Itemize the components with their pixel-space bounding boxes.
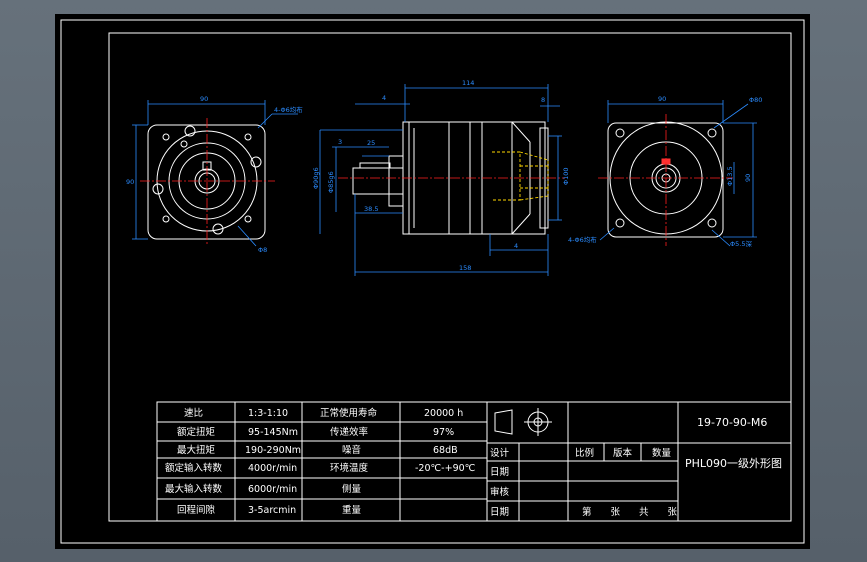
dim-dia-b: Φ85g6 <box>327 171 335 193</box>
right-dia-top-label: Φ80 <box>749 96 762 104</box>
spec-value-rated-speed: 4000r/min <box>248 463 297 474</box>
left-holes-label: 4-Φ6均布 <box>274 105 303 114</box>
left-dia-label: Φ8 <box>258 246 267 254</box>
spec-label-rated-torque: 额定扭矩 <box>177 426 216 438</box>
dim-25: 25 <box>367 139 375 147</box>
spec-value-noise: 68dB <box>433 445 458 456</box>
label-date-2: 日期 <box>490 507 509 518</box>
dim-dia-c: Φ100 <box>562 167 570 185</box>
spec-label-max-torque: 最大扭矩 <box>177 444 216 456</box>
right-holes-label: 4-Φ6均布 <box>568 235 597 244</box>
spec-label-backlash: 回程间隙 <box>177 504 216 516</box>
dim-4-bottom: 4 <box>514 242 518 250</box>
spec-label-rated-speed: 额定输入转数 <box>165 462 223 474</box>
dim-3: 3 <box>338 138 342 146</box>
cad-drawing: 90 90 4-Φ6均布 Φ8 114 4 8 3 25 Φ90g6 Φ85g6… <box>55 14 810 549</box>
spec-label-weight: 重量 <box>342 504 362 516</box>
right-height-label: 90 <box>744 174 752 182</box>
spec-value-efficiency: 97% <box>433 427 454 438</box>
label-date-1: 日期 <box>490 467 509 478</box>
spec-label-ratio: 速比 <box>184 407 203 419</box>
spec-label-temperature: 环境温度 <box>330 462 369 474</box>
right-bottom-label: Φ5.5深 <box>730 239 752 248</box>
label-design: 设计 <box>490 447 510 459</box>
dim-114: 114 <box>462 79 474 87</box>
spec-value-life: 20000 h <box>424 408 463 419</box>
spec-value-max-speed: 6000r/min <box>248 484 297 495</box>
dim-dia-a: Φ90g6 <box>312 167 320 189</box>
label-scale: 比例 <box>575 447 594 459</box>
dim-4-top: 4 <box>382 94 386 102</box>
spec-label-max-speed: 最大输入转数 <box>165 483 223 495</box>
spec-label-efficiency: 传递效率 <box>330 426 369 438</box>
left-height-label: 90 <box>126 178 134 186</box>
spec-label-side: 侧量 <box>342 483 362 495</box>
drawing-code: 19-70-90-M6 <box>697 416 767 429</box>
spec-value-max-torque: 190-290Nm <box>245 445 301 456</box>
label-sheets: 第 张 共 张 <box>582 506 685 518</box>
drawing-name: PHL090一级外形图 <box>685 457 782 470</box>
label-quantity: 数量 <box>652 447 672 459</box>
spec-value-rated-torque: 95-145Nm <box>248 427 298 438</box>
dim-8: 8 <box>541 96 545 104</box>
spec-value-temperature: -20℃-+90℃ <box>415 463 476 474</box>
spec-value-backlash: 3-5arcmin <box>248 505 296 516</box>
right-width-label: 90 <box>658 95 666 103</box>
spec-label-noise: 噪音 <box>342 444 361 456</box>
label-edition: 版本 <box>613 447 633 459</box>
left-width-label: 90 <box>200 95 208 103</box>
right-pcd-label: Φ13.5 <box>726 166 734 186</box>
dim-38: 38.5 <box>364 205 378 213</box>
spec-label-life: 正常使用寿命 <box>320 407 378 419</box>
dim-total: 158 <box>459 264 471 272</box>
label-review: 审核 <box>490 486 510 498</box>
spec-value-ratio: 1:3-1:10 <box>248 408 288 419</box>
